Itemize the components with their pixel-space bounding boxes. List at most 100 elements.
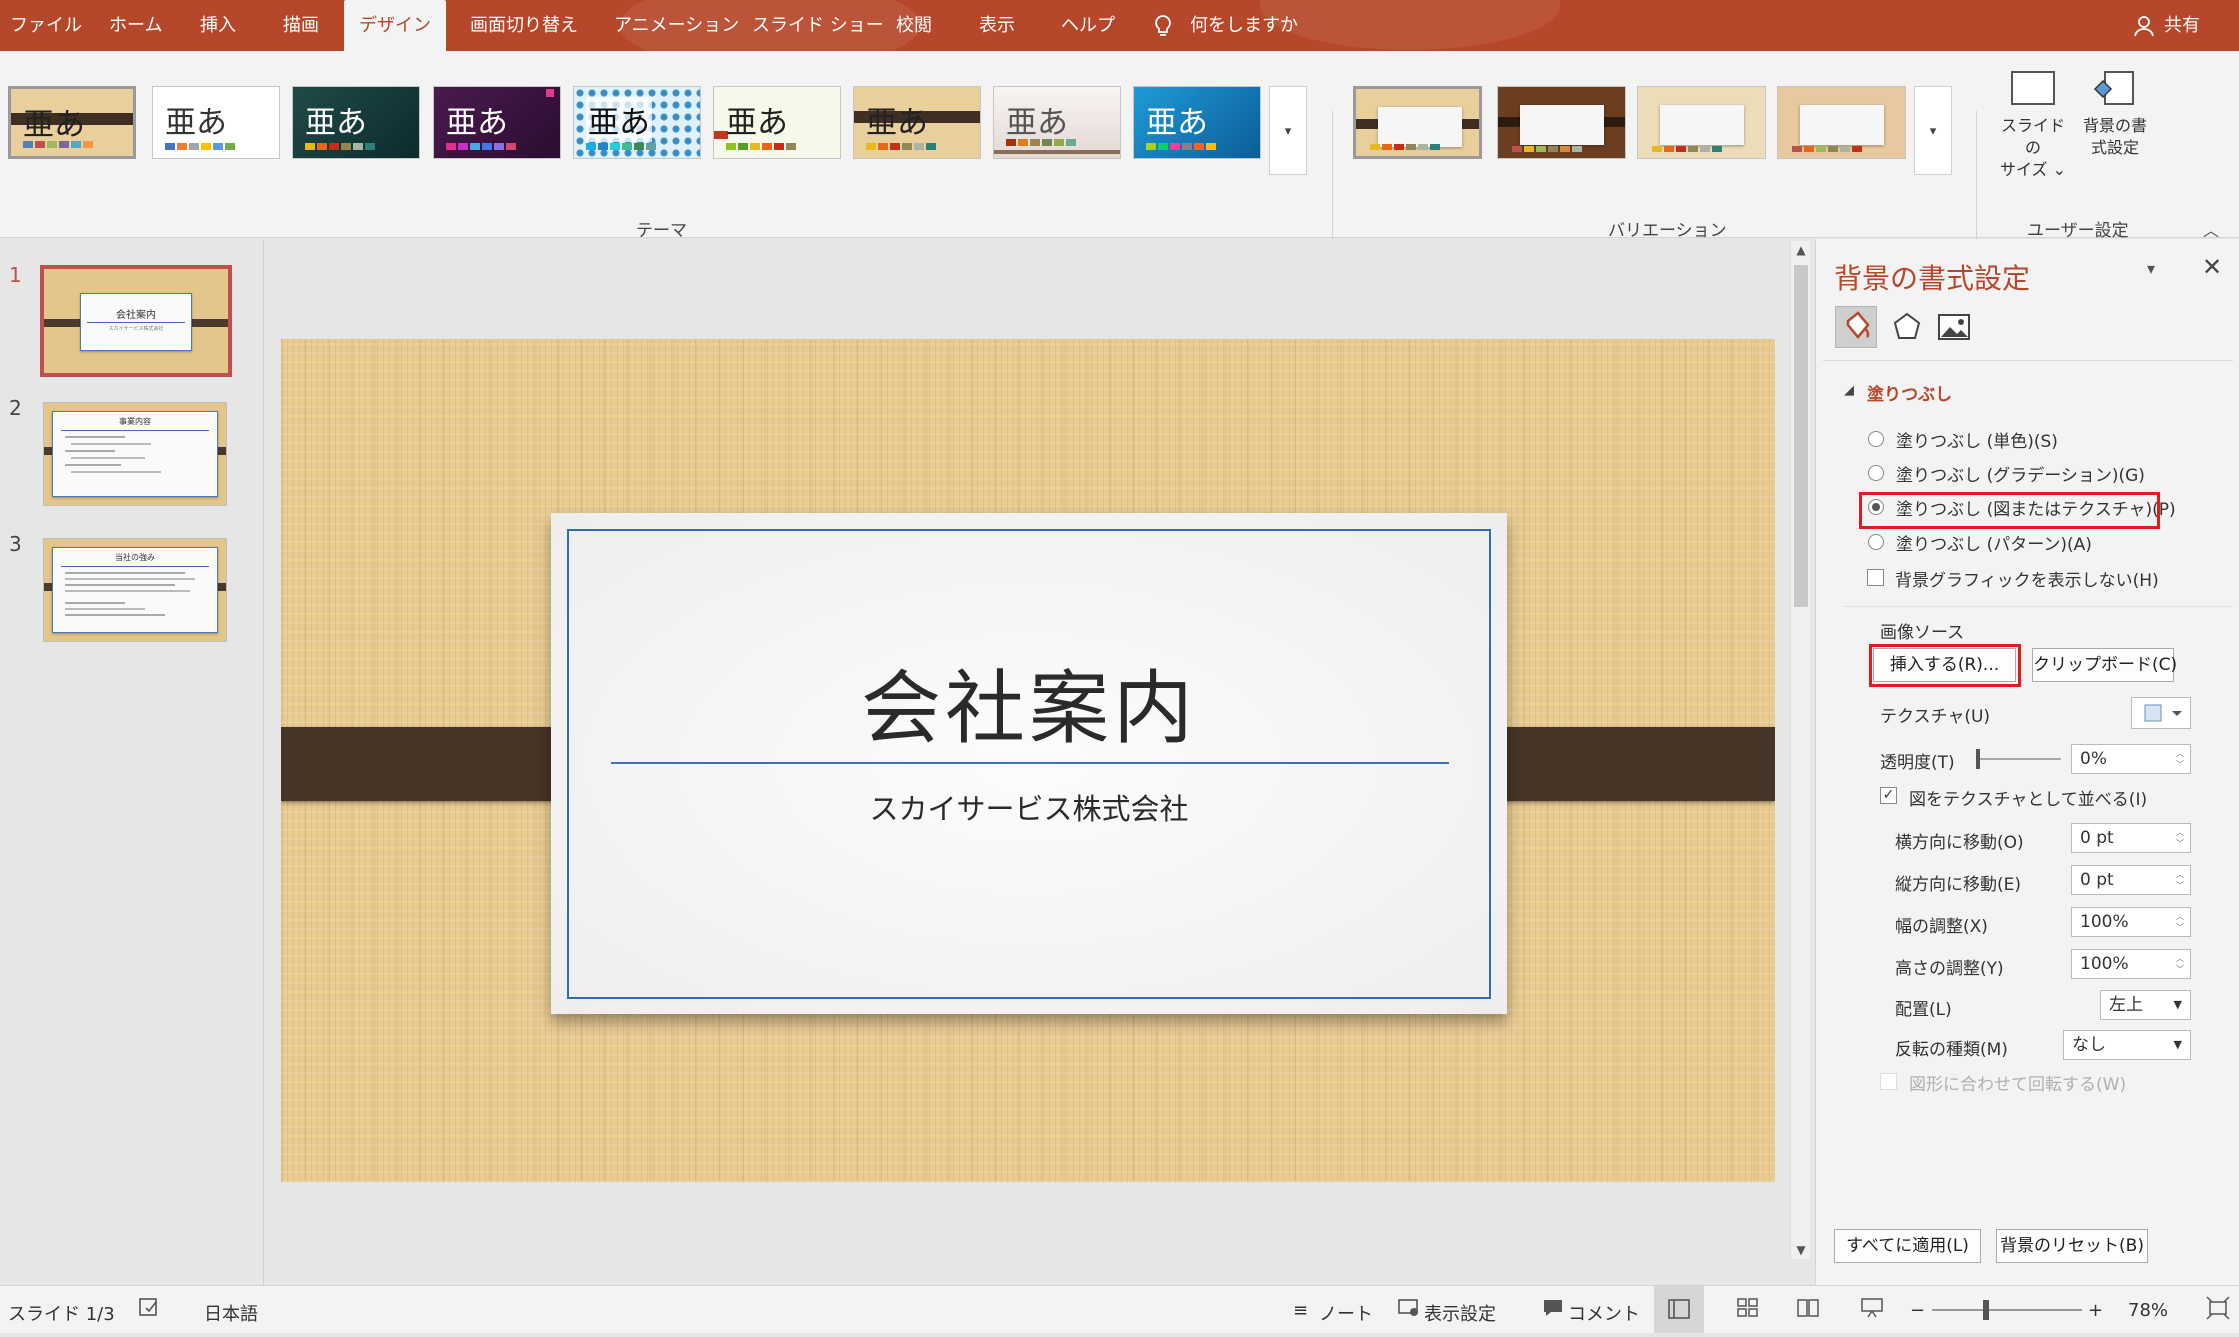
spinner-icon[interactable]: ︿ ﹀ [2176,748,2184,770]
rotate-checkbox[interactable] [1880,1073,1897,1090]
person-icon[interactable] [2134,0,2154,51]
reading-view-icon[interactable] [1796,1296,1820,1325]
normal-view-button[interactable] [1654,1286,1704,1333]
tab-review[interactable]: 校閲 [896,0,932,51]
share-button[interactable]: 共有 [2164,0,2200,51]
dropdown-arrow-icon[interactable]: ▼ [2174,991,2182,1019]
notes-icon[interactable]: ≡ [1293,1300,1308,1321]
display-settings-button[interactable]: 表示設定 [1424,1300,1496,1326]
spell-check-icon[interactable] [138,1296,160,1323]
tab-file[interactable]: ファイル [10,0,82,51]
tell-me-search[interactable]: 何をしますか [1190,0,1298,51]
spinner-icon[interactable]: ︿ ﹀ [2176,827,2184,849]
tile-label[interactable]: 図をテクスチャとして並べる(I) [1909,785,2147,810]
theme-thumbnail[interactable]: 亜あ [152,86,280,159]
tab-view[interactable]: 表示 [979,0,1015,51]
zoom-slider[interactable] [1932,1309,2082,1311]
variation-thumbnail[interactable] [1497,86,1626,159]
zoom-in-icon[interactable]: + [2088,1300,2103,1321]
transparency-slider[interactable] [1977,758,2061,760]
fit-to-window-icon[interactable] [2206,1296,2230,1325]
radio-solid-fill-label[interactable]: 塗りつぶし (単色)(S) [1896,427,2058,452]
theme-thumbnail[interactable]: 亜あ [292,86,420,159]
vertical-scrollbar[interactable]: ▲ ▼ [1790,241,1810,1259]
tab-transitions[interactable]: 画面切り替え [470,0,578,51]
theme-thumbnail[interactable]: 亜あ [993,86,1121,159]
theme-more-button[interactable]: ▾ [1269,86,1307,175]
theme-thumbnail[interactable]: 亜あ [853,86,981,159]
radio-gradient-fill-label[interactable]: 塗りつぶし (グラデーション)(G) [1896,461,2145,486]
slide-thumbnail-1[interactable]: 会社案内 スカイサービス株式会社 [40,265,232,377]
theme-thumbnail[interactable]: 亜あ [8,86,136,159]
reset-background-button[interactable]: 背景のリセット(B) [1996,1229,2148,1263]
theme-thumbnail[interactable]: 亜あ [573,86,701,159]
lightbulb-icon[interactable] [1153,0,1173,51]
scroll-down-icon[interactable]: ▼ [1791,1243,1811,1257]
dropdown-arrow-icon[interactable]: ▼ [2174,1031,2182,1059]
variation-more-button[interactable]: ▾ [1914,86,1952,175]
close-icon[interactable]: ✕ [2202,253,2222,281]
zoom-out-icon[interactable]: − [1910,1300,1925,1321]
slide-sorter-icon[interactable] [1736,1296,1760,1325]
scroll-up-icon[interactable]: ▲ [1791,243,1811,257]
slide-1[interactable]: 会社案内 スカイサービス株式会社 [281,339,1775,1182]
hide-graphics-checkbox[interactable] [1867,569,1884,586]
collapse-icon[interactable]: ◢ [1844,383,1854,398]
theme-thumbnail[interactable]: 亜あ [433,86,561,159]
slide-thumbnail-2[interactable]: 事業内容 [43,402,227,506]
slide-subtitle[interactable]: スカイサービス株式会社 [551,786,1507,828]
format-background-button[interactable]: 背景の書 式設定 [2077,69,2153,159]
display-settings-icon[interactable] [1398,1298,1420,1323]
scroll-thumb[interactable] [1794,265,1808,607]
tab-draw[interactable]: 描画 [283,0,319,51]
effects-tab-icon[interactable] [1889,309,1925,345]
tab-slideshow[interactable]: スライド ショー [752,0,884,51]
apply-to-all-button[interactable]: すべてに適用(L) [1834,1229,1981,1263]
clipboard-button[interactable]: クリップボード(C) [2032,648,2177,682]
theme-thumbnail[interactable]: 亜あ [713,86,841,159]
fill-section-header[interactable]: 塗りつぶし [1867,380,1952,405]
spinner-icon[interactable]: ︿ ﹀ [2176,953,2184,975]
tab-insert[interactable]: 挿入 [200,0,236,51]
slide-thumbnail-3[interactable]: 当社の強み [43,538,227,642]
slider-handle[interactable] [1976,749,1980,769]
transparency-input[interactable]: 0% ︿ ﹀ [2071,744,2191,774]
spinner-icon[interactable]: ︿ ﹀ [2176,869,2184,891]
picture-tab-icon[interactable] [1936,309,1972,345]
comments-button[interactable]: コメント [1568,1300,1640,1326]
slide-title[interactable]: 会社案内 [551,644,1507,760]
variation-thumbnail[interactable] [1637,86,1766,159]
texture-picker[interactable] [2131,697,2191,729]
scale-y-input[interactable]: 100% ︿ ﹀ [2071,949,2191,979]
notes-button[interactable]: ノート [1319,1300,1373,1326]
spinner-icon[interactable]: ︿ ﹀ [2176,911,2184,933]
variation-thumbnail[interactable] [1353,86,1482,159]
fill-tab-icon[interactable] [1835,306,1877,348]
variation-thumbnail[interactable] [1777,86,1906,159]
alignment-select[interactable]: 左上 ▼ [2100,990,2191,1020]
language-indicator[interactable]: 日本語 [204,1300,258,1326]
radio-solid-fill[interactable] [1868,431,1884,447]
radio-pattern-fill-label[interactable]: 塗りつぶし (パターン)(A) [1896,530,2092,555]
tab-design[interactable]: デザイン [344,0,446,51]
pane-options-icon[interactable]: ▾ [2147,259,2155,278]
offset-x-input[interactable]: 0 pt ︿ ﹀ [2071,823,2191,853]
radio-gradient-fill[interactable] [1868,465,1884,481]
tile-checkbox[interactable]: ✓ [1880,787,1897,804]
slideshow-icon[interactable] [1860,1296,1884,1325]
mirror-select[interactable]: なし ▼ [2063,1030,2191,1060]
offset-y-input[interactable]: 0 pt ︿ ﹀ [2071,865,2191,895]
comment-icon[interactable] [1542,1298,1564,1323]
tab-help[interactable]: ヘルプ [1061,0,1115,51]
slide-size-button[interactable]: スライドの サイズ ⌄ [1995,69,2071,181]
tab-home[interactable]: ホーム [109,0,162,51]
zoom-slider-handle[interactable] [1983,1300,1989,1320]
theme-thumbnail[interactable]: 亜あ [1133,86,1261,159]
zoom-level[interactable]: 78% [2128,1300,2168,1321]
tab-animations[interactable]: アニメーション [614,0,739,51]
color-bars [305,143,375,150]
hide-graphics-label[interactable]: 背景グラフィックを表示しない(H) [1895,566,2159,591]
radio-pattern-fill[interactable] [1868,534,1884,550]
scale-x-input[interactable]: 100% ︿ ﹀ [2071,907,2191,937]
collapse-ribbon-icon[interactable]: ︿ [2203,217,2219,241]
